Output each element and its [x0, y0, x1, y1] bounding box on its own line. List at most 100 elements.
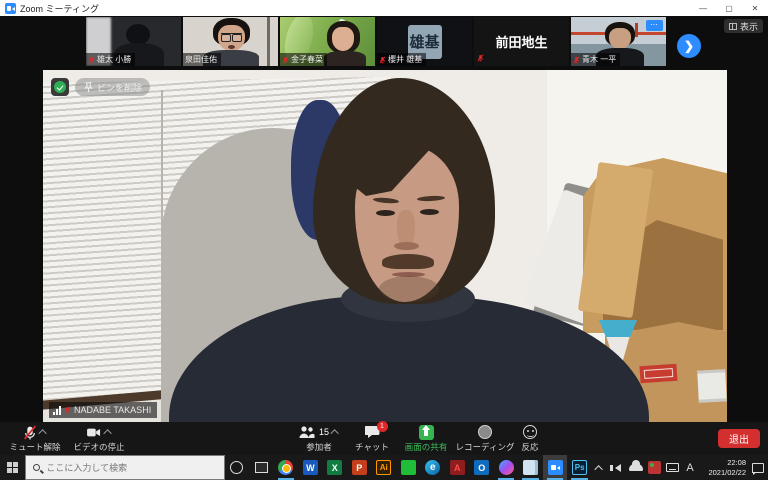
- taskbar-app-line[interactable]: [396, 455, 420, 480]
- touch-keyboard-icon[interactable]: [664, 455, 680, 480]
- muted-mic-icon: [282, 55, 289, 65]
- unmute-button[interactable]: ミュート解除: [6, 424, 64, 453]
- signal-bars-icon: [53, 406, 61, 415]
- background-door: [267, 17, 270, 66]
- cortana-icon: [230, 461, 243, 474]
- taskbar-app-edge[interactable]: e: [421, 455, 445, 480]
- cortana-button[interactable]: [225, 455, 249, 480]
- unmute-label: ミュート解除: [9, 441, 60, 453]
- reactions-label: 反応: [521, 441, 538, 453]
- participant-thumbnail[interactable]: 前田地生: [474, 17, 569, 66]
- participants-button[interactable]: 15 参加者: [290, 424, 348, 453]
- mic-options-chevron[interactable]: [38, 429, 46, 437]
- share-screen-button[interactable]: 画面の共有: [398, 424, 454, 453]
- window-title: Zoom ミーティング: [20, 2, 99, 15]
- record-button[interactable]: レコーディング: [456, 424, 514, 453]
- camera-icon: [86, 426, 102, 439]
- pin-icon: [83, 81, 94, 94]
- participant-thumbnail[interactable]: 金子春菜: [280, 17, 375, 66]
- speaker-face: [376, 210, 395, 216]
- muted-mic-icon: [64, 405, 71, 415]
- taskbar-search[interactable]: [25, 455, 224, 480]
- participants-chevron[interactable]: [330, 429, 338, 437]
- muted-mic-icon: [88, 55, 95, 65]
- speaker-name: NADABE TAKASHI: [74, 405, 151, 415]
- participant-name: 泉田佳佑: [185, 54, 217, 65]
- glasses: [221, 33, 242, 39]
- participant-name: 金子春菜: [291, 54, 323, 65]
- taskbar-app-word[interactable]: W: [298, 455, 322, 480]
- speaker-face: [379, 276, 439, 302]
- participant-silhouette: [324, 51, 366, 66]
- participant-thumbnail[interactable]: 泉田佳佑: [183, 17, 278, 66]
- record-icon: [478, 425, 492, 439]
- participants-label: 参加者: [306, 441, 332, 453]
- participant-name-label: 泉田佳佑: [183, 53, 221, 66]
- participant-thumbnail[interactable]: 雄基 櫻井 雄基: [377, 17, 472, 66]
- view-button-label: 表示: [740, 20, 758, 33]
- taskbar-app-notepad[interactable]: [518, 455, 542, 480]
- muted-mic-icon: [573, 55, 580, 65]
- task-view-icon: [255, 462, 268, 473]
- participants-icon: [299, 425, 315, 439]
- minimize-button[interactable]: —: [690, 0, 716, 16]
- box-label: [639, 364, 677, 384]
- taskbar-app-messenger[interactable]: [494, 455, 518, 480]
- zoom-icon: [548, 460, 563, 475]
- participant-thumbnail[interactable]: ⋯ 青木 一平: [571, 17, 666, 66]
- record-label: レコーディング: [456, 441, 515, 453]
- windows-taskbar: W X P Ai e A O Ps A 22:08 2021/02/22: [0, 455, 768, 480]
- tray-expand-chevron[interactable]: [592, 455, 608, 480]
- tray-app-icon[interactable]: [646, 455, 662, 480]
- participants-count: 15: [319, 427, 329, 437]
- participant-name-label: 青木 一平: [571, 53, 620, 66]
- participant-name-label: 雄太 小勝: [86, 53, 135, 66]
- taskbar-app-chrome[interactable]: [274, 455, 298, 480]
- view-grid-icon: [729, 23, 737, 30]
- remove-pin-label: ピンを削除: [97, 81, 142, 94]
- start-button[interactable]: [0, 455, 25, 480]
- participant-name: 前田地生: [495, 32, 547, 51]
- muted-mic-icon: [477, 53, 484, 63]
- search-input[interactable]: [46, 463, 216, 473]
- leave-meeting-button[interactable]: 退出: [718, 429, 760, 448]
- chat-badge: 1: [377, 421, 388, 432]
- speaker-name-tag: NADABE TAKASHI: [49, 402, 157, 418]
- action-center-icon[interactable]: [750, 455, 766, 480]
- participant-name-label: 櫻井 雄基: [377, 53, 426, 66]
- participant-strip: 雄太 小勝 泉田佳佑 金子春菜: [0, 16, 768, 68]
- ime-mode-indicator[interactable]: A: [682, 455, 698, 480]
- taskbar-app-illustrator[interactable]: Ai: [372, 455, 396, 480]
- thumbnail-more-button[interactable]: ⋯: [646, 20, 663, 31]
- taskbar-app-zoom[interactable]: [543, 455, 567, 480]
- taskbar-app-photoshop[interactable]: Ps: [567, 455, 591, 480]
- remove-pin-button[interactable]: ピンを削除: [75, 78, 150, 96]
- participant-video: 前田地生: [474, 17, 569, 66]
- chat-button[interactable]: 1 チャット: [352, 424, 392, 453]
- smiley-icon: [523, 425, 537, 439]
- reactions-button[interactable]: 反応: [512, 424, 548, 453]
- main-speaker-video[interactable]: ピンを削除 NADABE TAKASHI: [43, 70, 727, 422]
- security-shield-icon[interactable]: [51, 78, 69, 96]
- volume-icon[interactable]: [610, 455, 626, 480]
- taskbar-app-acrobat[interactable]: A: [445, 455, 469, 480]
- stop-video-button[interactable]: ビデオの停止: [68, 424, 130, 453]
- participant-face: [609, 28, 631, 49]
- participant-silhouette: [126, 24, 150, 45]
- search-icon: [33, 464, 40, 471]
- onedrive-cloud-icon[interactable]: [628, 455, 644, 480]
- taskbar-clock[interactable]: 22:08 2021/02/22: [700, 458, 748, 477]
- taskbar-app-powerpoint[interactable]: P: [347, 455, 371, 480]
- close-button[interactable]: ✕: [742, 0, 768, 16]
- taskbar-app-excel[interactable]: X: [323, 455, 347, 480]
- task-view-button[interactable]: [249, 455, 273, 480]
- chat-label: チャット: [355, 441, 389, 453]
- system-tray: A 22:08 2021/02/22: [592, 455, 768, 480]
- next-page-button[interactable]: ❯: [677, 34, 701, 58]
- taskbar-app-outlook[interactable]: O: [469, 455, 493, 480]
- participant-thumbnail[interactable]: 雄太 小勝: [86, 17, 181, 66]
- messenger-icon: [499, 460, 514, 475]
- maximize-button[interactable]: ▢: [716, 0, 742, 16]
- view-button[interactable]: 表示: [724, 19, 763, 33]
- video-options-chevron[interactable]: [103, 429, 111, 437]
